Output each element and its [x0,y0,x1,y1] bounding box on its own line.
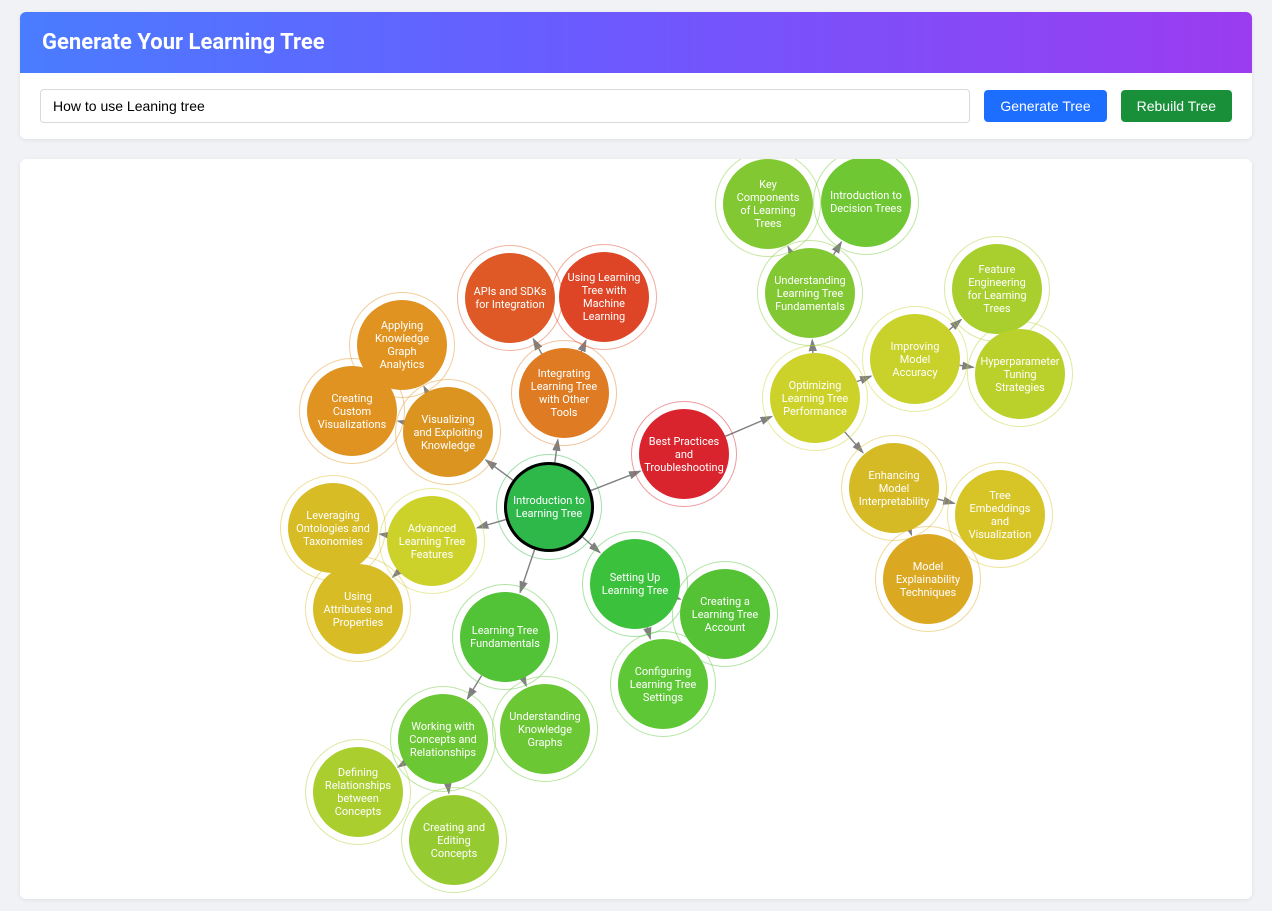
tree-node-label: Working with Concepts and Relationships [406,720,480,759]
tree-node-label: Using Attributes and Properties [321,590,395,629]
tree-node-label: Tree Embeddings and Visualization [963,489,1037,541]
tree-node-label: Understanding Learning Tree Fundamentals [773,274,847,313]
rebuild-button[interactable]: Rebuild Tree [1121,90,1232,122]
tree-node-label: Creating and Editing Concepts [417,821,491,860]
tree-node-label: Applying Knowledge Graph Analytics [365,319,439,371]
tree-node-lev_ont[interactable]: Leveraging Ontologies and Taxonomies [288,483,378,573]
tree-node-apply_kga[interactable]: Applying Knowledge Graph Analytics [357,300,447,390]
tree-node-feat_eng[interactable]: Feature Engineering for Learning Trees [952,244,1042,334]
tree-node-label: Advanced Learning Tree Features [395,522,469,561]
tree-node-config[interactable]: Configuring Learning Tree Settings [618,639,708,729]
tree-edge [647,627,650,638]
tree-node-label: Using Learning Tree with Machine Learnin… [567,271,641,323]
tree-node-label: APIs and SDKs for Integration [473,285,547,311]
tree-node-integrate[interactable]: Integrating Learning Tree with Other Too… [519,348,609,438]
tree-node-label: Creating Custom Visualizations [315,392,389,431]
tree-node-create_acct[interactable]: Creating a Learning Tree Account [680,569,770,659]
tree-node-fundamentals[interactable]: Learning Tree Fundamentals [460,592,550,682]
tree-node-use_attr[interactable]: Using Attributes and Properties [313,564,403,654]
tree-node-create_edit[interactable]: Creating and Editing Concepts [409,795,499,885]
tree-node-und_fund[interactable]: Understanding Learning Tree Fundamentals [765,248,855,338]
tree-node-opt_perf[interactable]: Optimizing Learning Tree Performance [770,353,860,443]
tree-edge [591,471,640,490]
tree-node-viz_exploit[interactable]: Visualizing and Exploiting Knowledge [403,387,493,477]
tree-node-label: Enhancing Model Interpretability [857,469,931,508]
tree-node-enh_interp[interactable]: Enhancing Model Interpretability [849,443,939,533]
tree-node-label: Setting Up Learning Tree [598,571,672,597]
tree-edge [725,416,771,436]
tree-edge [938,499,955,503]
tree-edge [448,784,449,794]
controls-row: Generate Tree Rebuild Tree [20,73,1252,139]
tree-edge [583,537,600,553]
tree-node-intro[interactable]: Introduction to Learning Tree [504,462,594,552]
tree-node-label: Improving Model Accuracy [878,340,952,379]
tree-node-label: Leveraging Ontologies and Taxonomies [296,509,370,548]
tree-edge [949,320,961,330]
tree-node-label: Hyperparameter Tuning Strategies [980,355,1059,394]
tree-node-label: Introduction to Decision Trees [829,189,903,215]
tree-node-label: Best Practices and Troubleshooting [644,435,724,474]
tree-node-label: Defining Relationships between Concepts [321,766,395,818]
tree-edge [555,440,558,463]
tree-node-label: Understanding Knowledge Graphs [508,710,582,749]
tree-node-def_rel[interactable]: Defining Relationships between Concepts [313,747,403,837]
topic-input[interactable] [40,89,970,123]
tree-node-apis[interactable]: APIs and SDKs for Integration [465,253,555,343]
tree-edge [477,520,506,528]
tree-edge [678,598,681,599]
tree-node-best[interactable]: Best Practices and Troubleshooting [639,409,729,499]
tree-node-setup[interactable]: Setting Up Learning Tree [590,539,680,629]
tree-node-advanced[interactable]: Advanced Learning Tree Features [387,496,477,586]
tree-edge [520,550,535,593]
tree-node-tree_emb[interactable]: Tree Embeddings and Visualization [955,470,1045,560]
tree-node-intro_dt[interactable]: Introduction to Decision Trees [821,159,911,247]
tree-edge [581,340,586,351]
tree-node-use_ml[interactable]: Using Learning Tree with Machine Learnin… [559,252,649,342]
tree-node-label: Learning Tree Fundamentals [468,624,542,650]
tree-node-model_exp[interactable]: Model Explainability Techniques [883,534,973,624]
tree-edge [523,678,526,686]
tree-node-key_comp[interactable]: Key Components of Learning Trees [723,159,813,249]
tree-node-label: Model Explainability Techniques [891,560,965,599]
tree-node-label: Feature Engineering for Learning Trees [960,263,1034,315]
tree-node-label: Optimizing Learning Tree Performance [778,379,852,418]
tree-node-label: Configuring Learning Tree Settings [626,665,700,704]
input-card: Generate Your Learning Tree Generate Tre… [20,12,1252,139]
tree-edge [834,242,842,255]
tree-node-label: Key Components of Learning Trees [731,178,805,230]
tree-edge [812,340,813,353]
tree-edge [486,460,513,480]
tree-node-und_graphs[interactable]: Understanding Knowledge Graphs [500,684,590,774]
tree-edge [533,339,542,354]
card-title: Generate Your Learning Tree [20,12,1252,73]
tree-edge [393,571,399,577]
tree-node-label: Visualizing and Exploiting Knowledge [411,413,485,452]
tree-canvas[interactable]: Introduction to Learning Tree Best Practi… [20,159,1252,899]
tree-node-work_concepts[interactable]: Working with Concepts and Relationships [398,694,488,784]
tree-edge [910,530,912,535]
tree-node-label: Integrating Learning Tree with Other Too… [527,367,601,419]
tree-edge [380,534,388,535]
tree-edge [845,432,863,453]
generate-button[interactable]: Generate Tree [984,90,1106,122]
tree-edge [857,376,871,382]
tree-node-label: Creating a Learning Tree Account [688,595,762,634]
tree-edge [960,365,974,367]
tree-node-imp_acc[interactable]: Improving Model Accuracy [870,314,960,404]
tree-node-label: Introduction to Learning Tree [512,494,586,520]
tree-edge [398,763,405,767]
tree-edge [467,675,481,698]
tree-node-hyper[interactable]: Hyperparameter Tuning Strategies [975,329,1065,419]
